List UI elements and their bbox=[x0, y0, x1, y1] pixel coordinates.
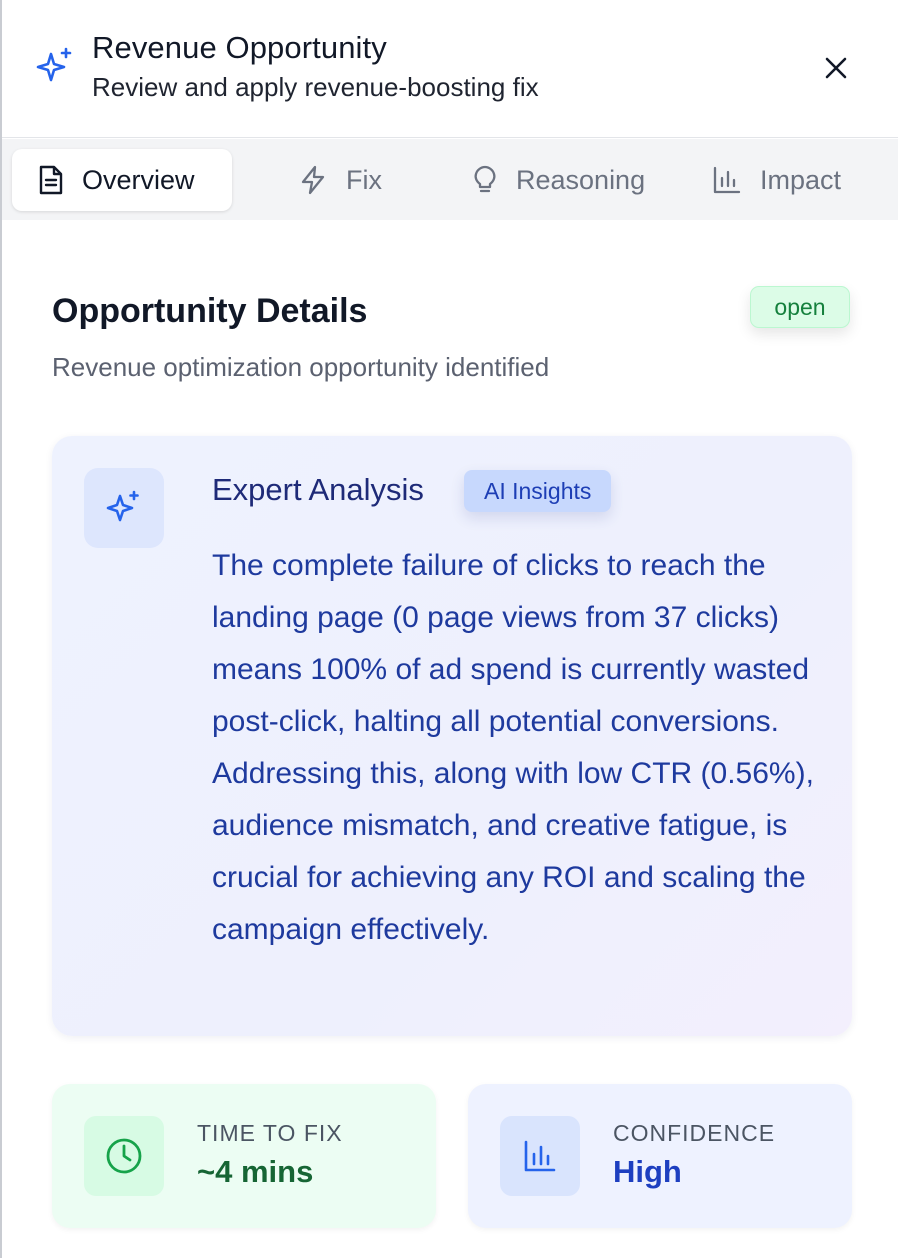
opportunity-details-subtitle: Revenue optimization opportunity identif… bbox=[52, 352, 550, 382]
expert-analysis-title: Expert Analysis bbox=[212, 472, 424, 507]
expert-analysis-card: Expert Analysis AI Insights The complete… bbox=[52, 436, 852, 1036]
tab-label: Fix bbox=[346, 164, 382, 195]
bar-chart-icon bbox=[713, 166, 741, 194]
panel-subtitle: Review and apply revenue-boosting fix bbox=[92, 72, 539, 102]
analysis-icon-container bbox=[84, 468, 164, 548]
opportunity-details-title: Opportunity Details bbox=[52, 292, 368, 330]
sparkles-icon bbox=[34, 46, 76, 88]
clock-icon bbox=[106, 1138, 142, 1174]
time-to-fix-value: ~4 mins bbox=[197, 1154, 314, 1189]
time-to-fix-label: TIME TO FIX bbox=[197, 1120, 343, 1146]
panel-header: Revenue Opportunity Review and apply rev… bbox=[2, 0, 898, 138]
tab-fix[interactable]: Fix bbox=[298, 149, 382, 211]
tab-bar: Overview Fix Reasoning Impact bbox=[2, 139, 898, 220]
bar-chart-icon-container bbox=[500, 1116, 580, 1196]
panel-title: Revenue Opportunity bbox=[92, 30, 387, 65]
document-icon bbox=[39, 165, 63, 195]
ai-insights-badge: AI Insights bbox=[464, 470, 612, 512]
tab-reasoning[interactable]: Reasoning bbox=[472, 149, 645, 211]
close-button[interactable] bbox=[814, 46, 858, 90]
time-to-fix-card: TIME TO FIX ~4 mins bbox=[52, 1084, 436, 1228]
confidence-value: High bbox=[613, 1154, 682, 1189]
sparkles-icon bbox=[106, 490, 139, 522]
tab-label: Overview bbox=[82, 164, 195, 195]
lightning-icon bbox=[301, 165, 325, 195]
tab-label: Impact bbox=[760, 164, 842, 195]
lightbulb-icon bbox=[474, 165, 496, 193]
tab-impact[interactable]: Impact bbox=[712, 149, 841, 211]
clock-icon-container bbox=[84, 1116, 164, 1196]
status-badge: open bbox=[750, 286, 850, 328]
tab-label: Reasoning bbox=[516, 164, 646, 195]
tab-overview[interactable]: Overview bbox=[12, 149, 232, 211]
bar-chart-icon bbox=[524, 1140, 556, 1172]
confidence-label: CONFIDENCE bbox=[613, 1120, 776, 1146]
expert-analysis-text: The complete failure of clicks to reach … bbox=[212, 549, 814, 946]
revenue-opportunity-panel: Revenue Opportunity Review and apply rev… bbox=[0, 0, 898, 1258]
close-icon bbox=[825, 57, 847, 79]
confidence-card: CONFIDENCE High bbox=[468, 1084, 852, 1228]
